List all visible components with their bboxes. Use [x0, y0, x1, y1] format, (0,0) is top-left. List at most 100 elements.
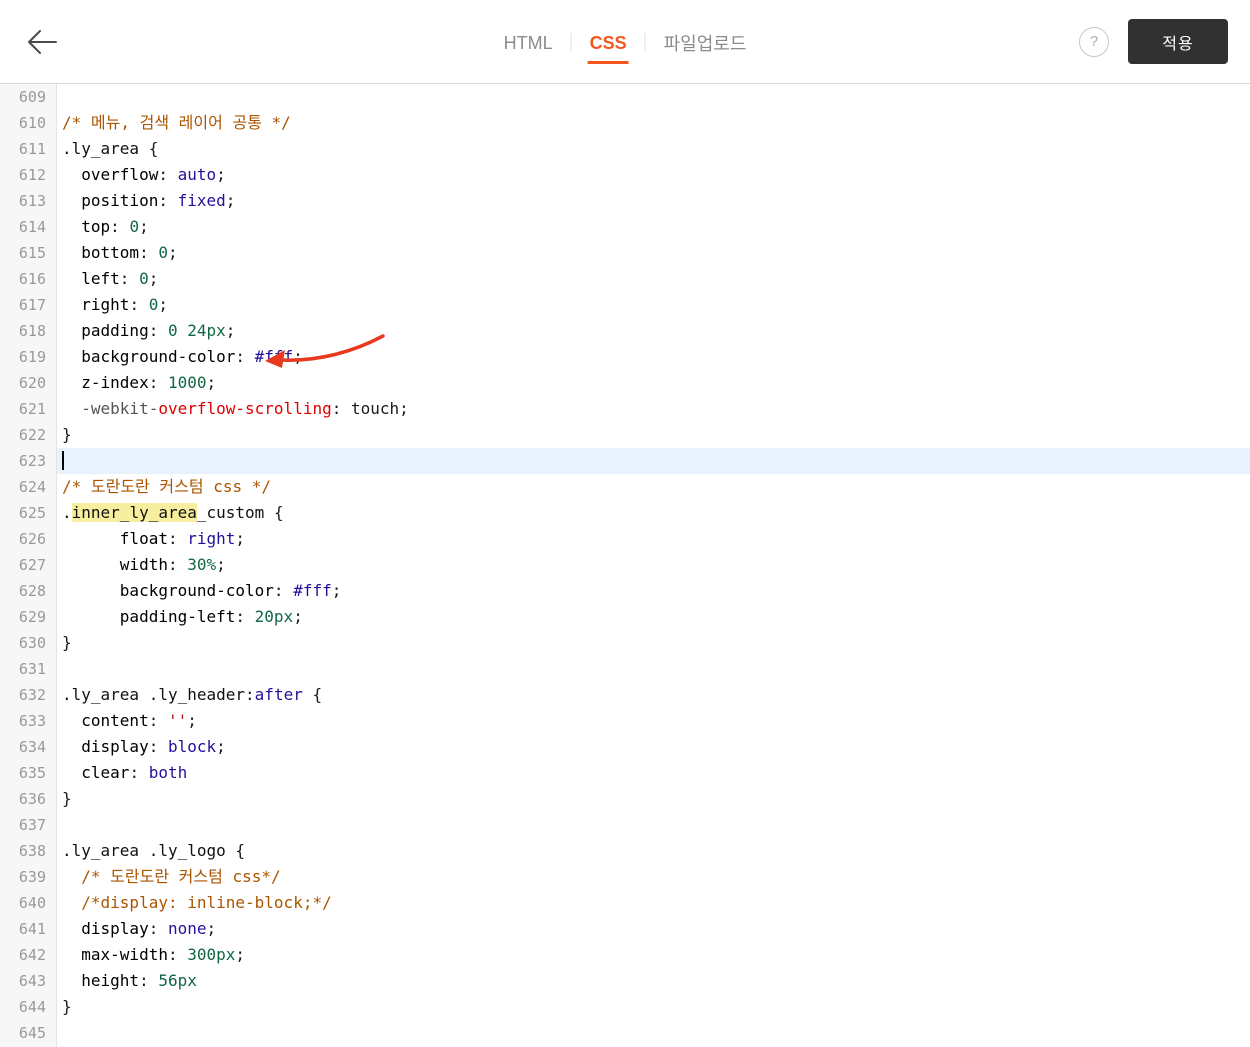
code-token: ; — [148, 269, 159, 288]
line-number: 612 — [18, 166, 46, 184]
code-token: 0 — [139, 269, 149, 288]
code-token: .ly_header — [148, 685, 246, 704]
tab-css[interactable]: CSS — [587, 21, 629, 64]
code-token: : touch; — [331, 399, 409, 418]
code-token: : — [148, 711, 168, 730]
code-line[interactable] — [62, 812, 1250, 838]
code-line[interactable]: background-color: #fff; — [62, 578, 1250, 604]
code-line[interactable]: width: 30%; — [62, 552, 1250, 578]
code-token: display — [81, 919, 149, 938]
code-token: : — [139, 243, 159, 262]
code-line[interactable]: padding: 0 24px; — [62, 318, 1250, 344]
code-line[interactable]: } — [62, 630, 1250, 656]
back-button[interactable] — [20, 20, 64, 64]
code-token: ; — [216, 555, 226, 574]
code-token: ; — [206, 373, 217, 392]
line-number: 620 — [18, 374, 46, 392]
code-line[interactable]: /* 도란도란 커스텀 css */ — [62, 474, 1250, 500]
code-line[interactable]: overflow: auto; — [62, 162, 1250, 188]
code-token: ; — [216, 737, 226, 756]
code-line[interactable] — [62, 656, 1250, 682]
code-line[interactable]: bottom: 0; — [62, 240, 1250, 266]
code-token: _custom — [196, 503, 265, 522]
code-token: : — [235, 347, 255, 366]
code-token: right — [81, 295, 130, 314]
code-token: { — [225, 841, 246, 860]
code-token: overflow — [81, 165, 159, 184]
code-token: after — [254, 685, 303, 704]
code-line[interactable]: position: fixed; — [62, 188, 1250, 214]
code-line[interactable]: display: block; — [62, 734, 1250, 760]
code-token: clear — [81, 763, 130, 782]
back-arrow-icon — [28, 30, 57, 54]
code-line[interactable]: /* 메뉴, 검색 레이어 공통 */ — [62, 110, 1250, 136]
line-number: 621 — [18, 400, 46, 418]
code-token: : — [148, 737, 168, 756]
css-code-editor[interactable]: 609 610 611 612 613 614 615 616 617 618 619 620 621 6… — [0, 84, 1250, 1047]
code-token: /*display: inline-block;*/ — [81, 893, 332, 912]
code-line[interactable]: top: 0; — [62, 214, 1250, 240]
tab-html[interactable]: HTML — [502, 21, 555, 64]
code-line[interactable]: content: ''; — [62, 708, 1250, 734]
question-mark-icon: ? — [1089, 33, 1099, 50]
code-line[interactable] — [62, 1020, 1250, 1046]
code-token: ; — [225, 191, 236, 210]
code-area[interactable]: /* 메뉴, 검색 레이어 공통 */.ly_area { overflow: … — [57, 84, 1250, 1047]
code-line[interactable]: } — [62, 994, 1250, 1020]
line-number: 630 — [18, 634, 46, 652]
code-line[interactable]: } — [62, 786, 1250, 812]
code-token: /* 메뉴, 검색 레이어 공통 */ — [62, 113, 291, 132]
code-token: } — [62, 997, 72, 1016]
code-line[interactable]: padding-left: 20px; — [62, 604, 1250, 630]
code-line[interactable]: max-width: 300px; — [62, 942, 1250, 968]
code-token: : — [129, 295, 149, 314]
code-line[interactable] — [57, 448, 1250, 474]
code-line[interactable]: /*display: inline-block;*/ — [62, 890, 1250, 916]
code-token: ; — [139, 217, 149, 236]
code-line[interactable]: left: 0; — [62, 266, 1250, 292]
code-line[interactable]: background-color: #fff; — [62, 344, 1250, 370]
tab-file-upload[interactable]: 파일업로드 — [662, 18, 749, 66]
search-match-highlight: inner_ly_area — [71, 503, 197, 522]
code-token: : — [158, 165, 178, 184]
code-token: : — [273, 581, 294, 600]
code-token: . — [62, 503, 72, 522]
code-line[interactable]: clear: both — [62, 760, 1250, 786]
line-number: 626 — [18, 530, 46, 548]
apply-button[interactable]: 적용 — [1128, 19, 1228, 64]
line-number: 629 — [18, 608, 46, 626]
code-line[interactable] — [62, 84, 1250, 110]
code-line[interactable]: right: 0; — [62, 292, 1250, 318]
code-token: : — [167, 555, 188, 574]
help-button[interactable]: ? — [1079, 27, 1109, 57]
code-token: 0 — [129, 217, 140, 236]
code-line[interactable]: display: none; — [62, 916, 1250, 942]
code-line[interactable]: height: 56px — [62, 968, 1250, 994]
line-number: 636 — [18, 790, 46, 808]
code-token: background-color — [81, 347, 236, 366]
code-line[interactable]: .ly_area { — [62, 136, 1250, 162]
code-line[interactable]: .ly_area .ly_header:after { — [62, 682, 1250, 708]
code-token: padding-left — [119, 607, 236, 626]
code-token: } — [62, 789, 72, 808]
code-token: 56px — [158, 971, 197, 990]
line-number: 640 — [18, 894, 46, 912]
code-line[interactable]: -webkit-overflow-scrolling: touch; — [62, 396, 1250, 422]
code-line[interactable]: /* 도란도란 커스텀 css*/ — [62, 864, 1250, 890]
code-line[interactable]: } — [62, 422, 1250, 448]
app-window: HTML CSS 파일업로드 ? 적용 609 610 611 612 613 614 61… — [0, 0, 1250, 1047]
line-number: 625 — [18, 504, 46, 522]
line-number: 644 — [18, 998, 46, 1016]
code-token: /* 도란도란 커스텀 css*/ — [81, 867, 281, 886]
code-line[interactable]: .ly_area .ly_logo { — [62, 838, 1250, 864]
code-line[interactable]: .inner_ly_area_custom { — [62, 500, 1250, 526]
code-line[interactable]: z-index: 1000; — [62, 370, 1250, 396]
code-line[interactable]: float: right; — [62, 526, 1250, 552]
code-token: bottom — [81, 243, 140, 262]
